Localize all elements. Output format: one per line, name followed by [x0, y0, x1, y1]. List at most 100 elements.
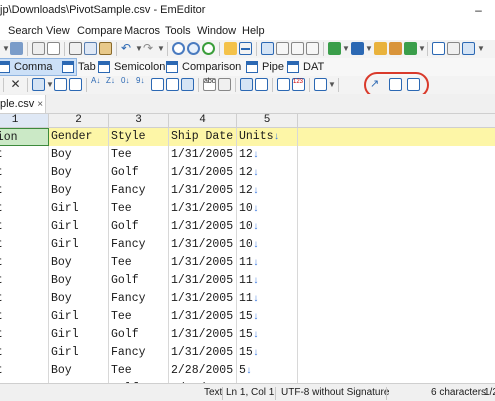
csv-dat-button[interactable]: DAT	[286, 59, 324, 75]
options-icon[interactable]	[389, 42, 402, 55]
insert-column-icon[interactable]	[54, 78, 67, 91]
cell-gender[interactable]: Boy	[49, 272, 109, 290]
spelling-icon[interactable]: abc	[203, 78, 216, 91]
cell-style[interactable]: Tee	[109, 146, 169, 164]
select-column-icon[interactable]	[32, 78, 45, 91]
macro-run-icon[interactable]	[328, 42, 341, 55]
cell-ship-date[interactable]: 1/31/2005	[169, 344, 237, 362]
document-tab[interactable]: ple.csv ×	[0, 95, 46, 113]
cell-region[interactable]: est	[0, 344, 49, 362]
header-cell-gender[interactable]: Gender	[49, 128, 109, 146]
header-cell-ship-date[interactable]: Ship Date	[169, 128, 237, 146]
close-icon[interactable]: ×	[37, 99, 43, 110]
window-list-icon[interactable]	[306, 42, 319, 55]
find-icon[interactable]	[172, 42, 185, 55]
menu-view[interactable]: View	[46, 25, 70, 37]
paste-icon[interactable]	[99, 42, 112, 55]
cell-gender[interactable]: Girl	[49, 236, 109, 254]
cell-units[interactable]: 10↓	[237, 200, 298, 218]
close-csv-icon[interactable]: ✕	[9, 78, 22, 91]
cell-style[interactable]: Golf	[109, 272, 169, 290]
column-header-1[interactable]: 1	[0, 114, 49, 127]
chevron-down-icon[interactable]: ▼	[157, 44, 165, 53]
cell-region[interactable]: ast	[0, 362, 49, 380]
print-preview-icon[interactable]	[47, 42, 60, 55]
sort-ascending-icon[interactable]: A↓	[91, 77, 104, 91]
print-icon[interactable]	[32, 42, 45, 55]
cell-units[interactable]: 11↓	[237, 290, 298, 308]
tool-icon[interactable]	[447, 42, 460, 55]
chevron-down-icon[interactable]: ▼	[365, 44, 373, 53]
menu-tools[interactable]: Tools	[165, 25, 191, 37]
cell-gender[interactable]: Girl	[49, 344, 109, 362]
cell-region[interactable]: ast	[0, 146, 49, 164]
column-header-2[interactable]: 2	[49, 114, 109, 127]
csv-tab-button[interactable]: Tab	[61, 59, 96, 75]
cell-units[interactable]: 10↓	[237, 218, 298, 236]
chevron-down-icon[interactable]: ▼	[477, 44, 485, 53]
header-cell-region[interactable]: egion	[0, 128, 49, 146]
cell-style[interactable]: Tee	[109, 308, 169, 326]
sort-length-desc-icon[interactable]	[166, 78, 179, 91]
undo-icon[interactable]: ↶	[121, 42, 134, 55]
copy-icon[interactable]	[84, 42, 97, 55]
cell-style[interactable]: Fancy	[109, 182, 169, 200]
cell-gender[interactable]: Boy	[49, 164, 109, 182]
chevron-down-icon[interactable]: ▼	[135, 44, 143, 53]
cell-gender[interactable]: Boy	[49, 362, 109, 380]
cell-units[interactable]: 15↓	[237, 326, 298, 344]
header-cell-style[interactable]: Style	[109, 128, 169, 146]
panel-icon[interactable]	[462, 42, 475, 55]
save-icon[interactable]	[10, 42, 23, 55]
join-csv-icon[interactable]	[240, 78, 253, 91]
cell-style[interactable]: Fancy	[109, 290, 169, 308]
cell-ship-date[interactable]: 1/31/2005	[169, 146, 237, 164]
sort-number-desc-icon[interactable]: 9↓	[136, 77, 149, 91]
number-format-icon[interactable]: 123	[292, 78, 305, 91]
menu-help[interactable]: Help	[242, 25, 265, 37]
cell-units[interactable]: 10↓	[237, 236, 298, 254]
redo-icon[interactable]: ↷	[143, 42, 156, 55]
cell-units[interactable]: 12↓	[237, 146, 298, 164]
cell-ship-date[interactable]: 1/31/2005	[169, 236, 237, 254]
cell-style[interactable]: Tee	[109, 254, 169, 272]
chevron-down-icon[interactable]: ▼	[418, 44, 426, 53]
sort-length-icon[interactable]	[151, 78, 164, 91]
menu-macros[interactable]: Macros	[124, 25, 160, 37]
advanced-sort-icon[interactable]	[181, 78, 194, 91]
cell-style[interactable]: Golf	[109, 164, 169, 182]
column-header-4[interactable]: 4	[169, 114, 237, 127]
cell-gender[interactable]: Girl	[49, 218, 109, 236]
status-mode[interactable]: Text	[204, 387, 222, 398]
minimize-button[interactable]: –	[462, 0, 495, 22]
column-header-3[interactable]: 3	[109, 114, 169, 127]
window-split-icon[interactable]	[261, 42, 274, 55]
csv-grid[interactable]: egion Gender Style Ship Date Units↓ astB…	[0, 128, 495, 383]
cell-ship-date[interactable]: 1/31/2005	[169, 272, 237, 290]
sort-number-asc-icon[interactable]: 0↓	[121, 77, 134, 91]
status-selection[interactable]: 6 characters	[431, 387, 486, 398]
cell-region[interactable]: ast	[0, 164, 49, 182]
header-cell-units[interactable]: Units↓	[237, 128, 298, 146]
cell-ship-date[interactable]: 1/31/2005	[169, 200, 237, 218]
cell-units[interactable]: 15↓	[237, 308, 298, 326]
split-csv-icon[interactable]	[255, 78, 268, 91]
status-page[interactable]: 1/2	[484, 387, 495, 398]
cell-gender[interactable]: Boy	[49, 182, 109, 200]
cell-region[interactable]: est	[0, 326, 49, 344]
cell-ship-date[interactable]: 2/28/2005	[169, 362, 237, 380]
cell-ship-date[interactable]: 1/31/2005	[169, 254, 237, 272]
cell-units[interactable]: 12↓	[237, 164, 298, 182]
cut-icon[interactable]	[69, 42, 82, 55]
format-icon[interactable]	[218, 78, 231, 91]
cell-region[interactable]: ast	[0, 200, 49, 218]
column-header-5[interactable]: 5	[237, 114, 298, 127]
cell-gender[interactable]: Boy	[49, 146, 109, 164]
delete-column-icon[interactable]	[69, 78, 82, 91]
cell-region[interactable]: est	[0, 308, 49, 326]
chevron-down-icon[interactable]: ▼	[328, 80, 336, 89]
cell-region[interactable]: ast	[0, 182, 49, 200]
cell-gender[interactable]: Girl	[49, 200, 109, 218]
cell-ship-date[interactable]: 1/31/2005	[169, 290, 237, 308]
find-next-icon[interactable]	[187, 42, 200, 55]
